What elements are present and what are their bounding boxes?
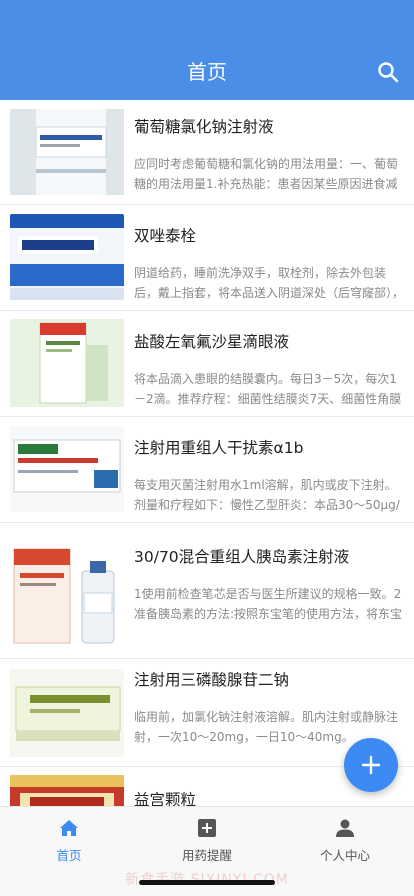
- drug-title: 注射用三磷酸腺苷二钠: [134, 671, 290, 689]
- plus-square-icon: [198, 819, 216, 837]
- drug-title: 双唑泰栓: [134, 227, 197, 245]
- tab-reminder[interactable]: 用药提醒: [138, 817, 276, 864]
- drug-title: 注射用重组人干扰素α1b: [134, 439, 304, 457]
- search-button[interactable]: [376, 60, 400, 84]
- app-header: 首页: [0, 0, 414, 100]
- list-item[interactable]: 30/70混合重组人胰岛素注射液 1使用前检查笔芯是否与医生所建议的规格一致。2…: [0, 523, 414, 659]
- drug-title: 盐酸左氧氟沙星滴眼液: [134, 333, 290, 351]
- tab-label: 首页: [56, 848, 82, 863]
- drug-image: [10, 775, 124, 806]
- add-button[interactable]: [344, 738, 398, 792]
- drug-image: [10, 109, 124, 195]
- list-item[interactable]: 双唑泰栓 阴道给药，睡前洗净双手，取栓剂，除去外包装后，戴上指套，将本品送入阴道…: [0, 205, 414, 311]
- page-title: 首页: [187, 60, 227, 84]
- drug-title: 益宫颗粒: [134, 791, 197, 806]
- drug-description: 阴道给药，睡前洗净双手，取栓剂，除去外包装后，戴上指套，将本品送入阴道深处（后穹…: [134, 266, 404, 300]
- search-icon: [378, 62, 399, 83]
- drug-description: 应同时考虑葡萄糖和氯化钠的用法用量：一、葡萄糖的用法用量1.补充热能：患者因某些…: [134, 157, 399, 191]
- tab-profile[interactable]: 个人中心: [276, 817, 414, 864]
- drug-description: 每支用灭菌注射用水1ml溶解，肌内或皮下注射。剂量和疗程如下：慢性乙型肝炎：本品…: [134, 478, 400, 512]
- list-item[interactable]: 注射用重组人干扰素α1b 每支用灭菌注射用水1ml溶解，肌内或皮下注射。剂量和疗…: [0, 417, 414, 523]
- drug-title: 30/70混合重组人胰岛素注射液: [134, 548, 350, 566]
- drug-list[interactable]: 葡萄糖氯化钠注射液 应同时考虑葡萄糖和氯化钠的用法用量：一、葡萄糖的用法用量1.…: [0, 100, 414, 806]
- watermark-text: 新食手游 SIXINYI.COM: [0, 869, 414, 889]
- tab-label: 个人中心: [319, 848, 370, 863]
- home-indicator: [139, 880, 275, 885]
- drug-image: [10, 531, 124, 649]
- drug-description: 1使用前检查笔芯是否与医生所建议的规格一致。2准备胰岛素的方法:按照东宝笔的使用…: [134, 587, 403, 621]
- plus-icon: [361, 755, 381, 775]
- home-icon: [60, 820, 78, 836]
- tab-home[interactable]: 首页: [0, 817, 138, 864]
- drug-title: 葡萄糖氯化钠注射液: [134, 118, 274, 136]
- list-item[interactable]: 盐酸左氧氟沙星滴眼液 将本品滴入患眼的结膜囊内。每日3－5次，每次1－2滴。推荐…: [0, 311, 414, 417]
- drug-image: [10, 319, 124, 407]
- drug-description: 将本品滴入患眼的结膜囊内。每日3－5次，每次1－2滴。推荐疗程：细菌性结膜炎7天…: [134, 372, 402, 406]
- tab-label: 用药提醒: [181, 848, 232, 863]
- person-icon: [336, 819, 354, 837]
- list-item[interactable]: 葡萄糖氯化钠注射液 应同时考虑葡萄糖和氯化钠的用法用量：一、葡萄糖的用法用量1.…: [0, 100, 414, 205]
- drug-image: [10, 669, 124, 757]
- drug-image: [10, 214, 124, 300]
- drug-image: [10, 426, 124, 512]
